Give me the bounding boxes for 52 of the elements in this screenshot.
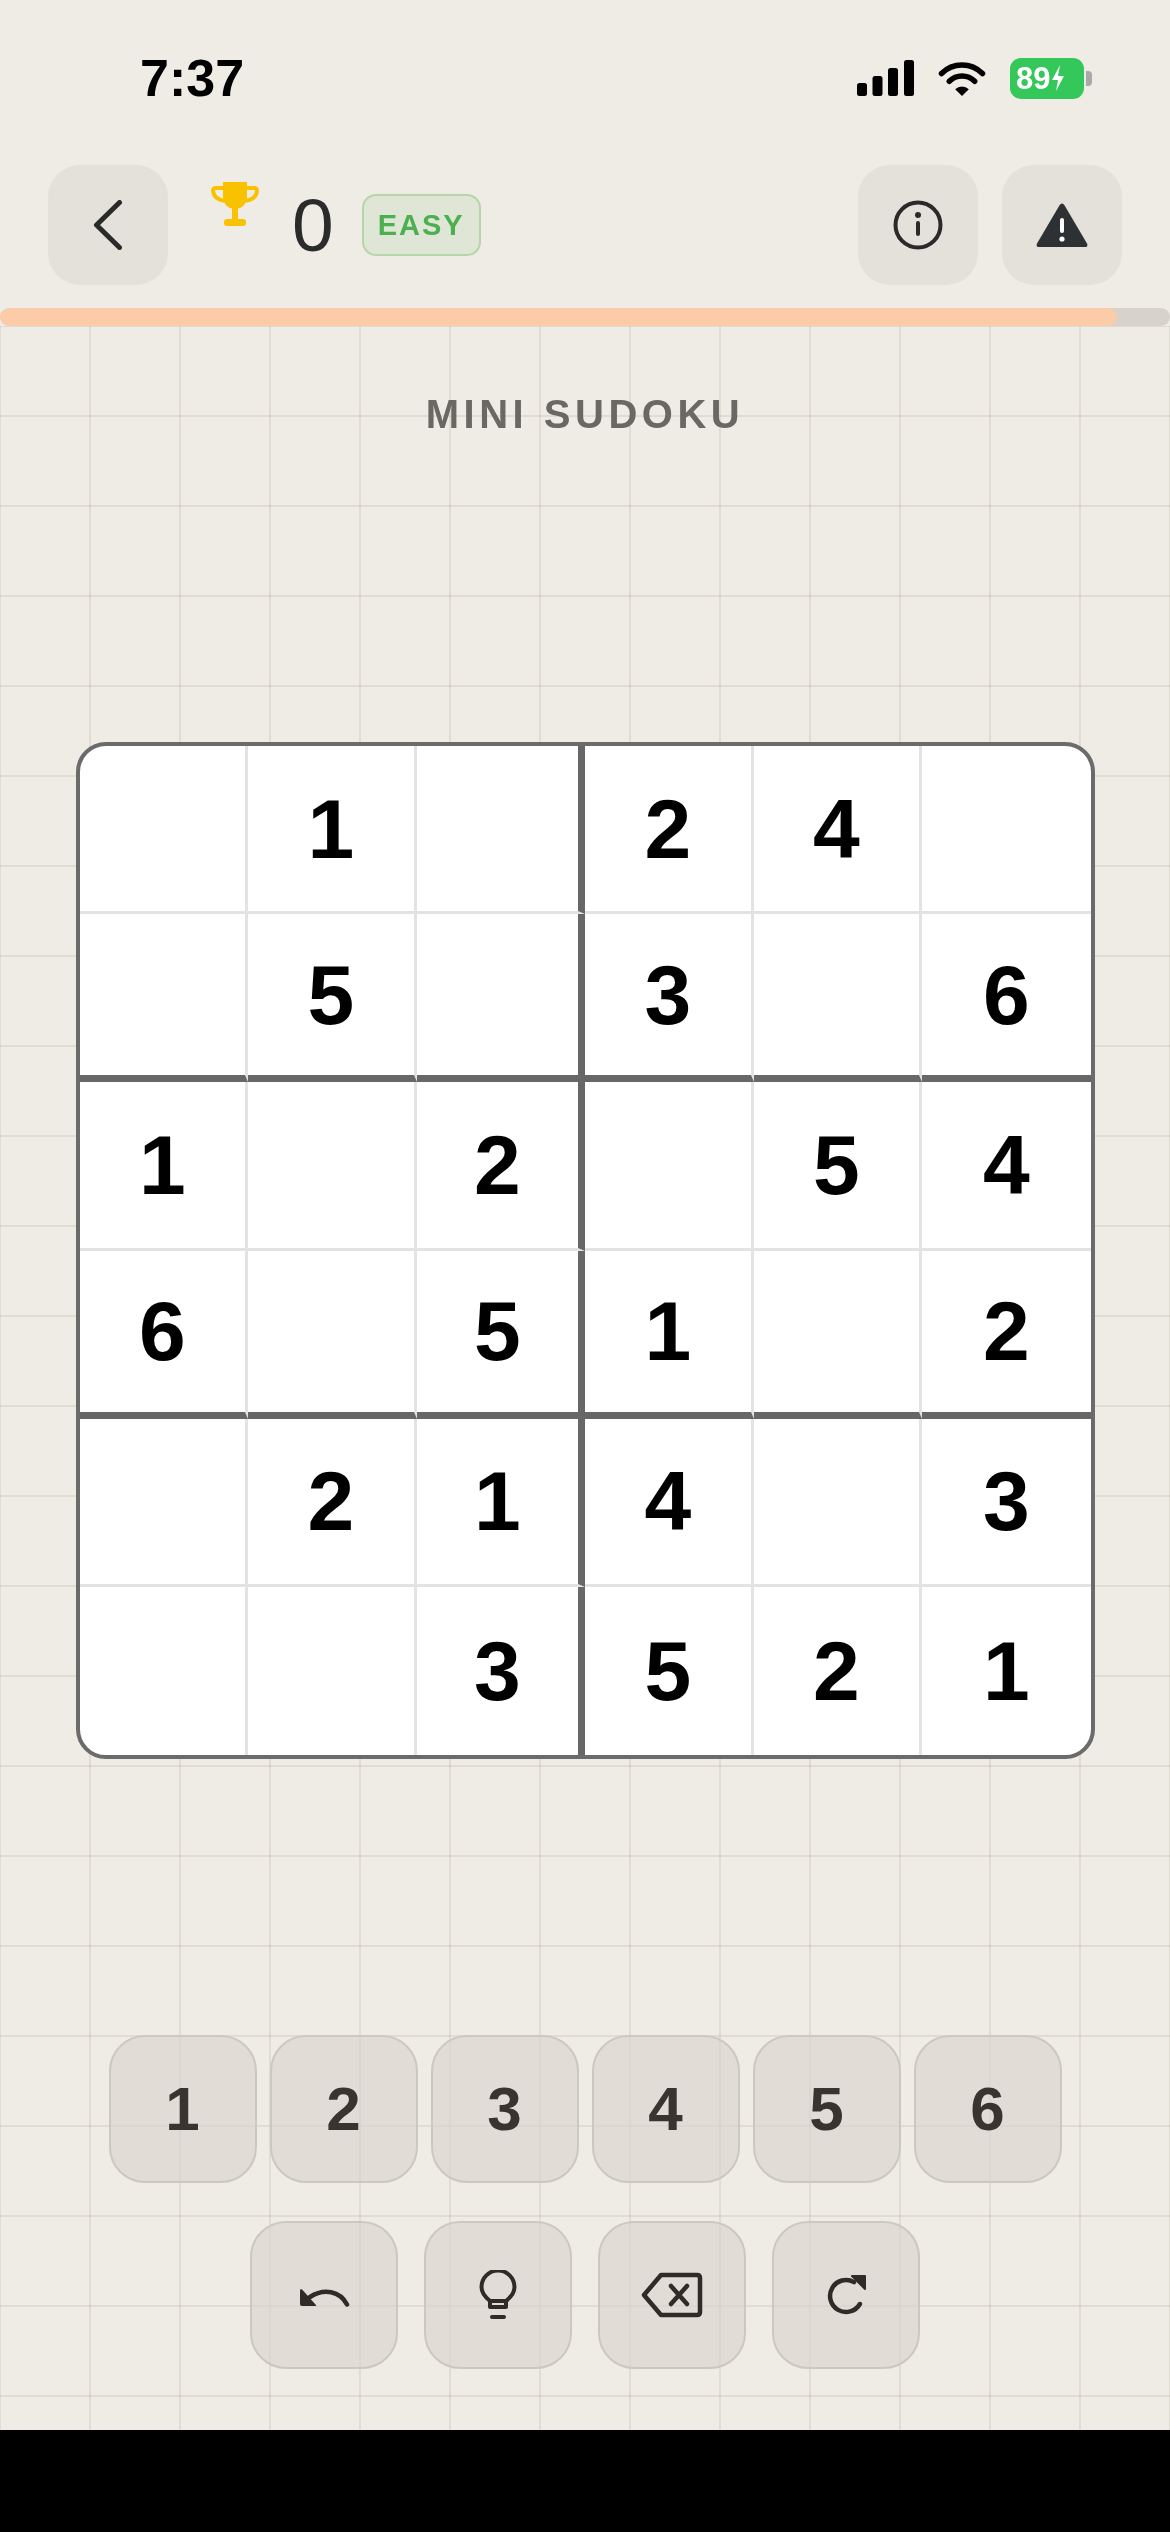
wifi-icon: [937, 59, 987, 97]
sudoku-cell[interactable]: 3: [416, 1586, 585, 1755]
status-time: 7:37: [140, 52, 245, 104]
restart-button[interactable]: [772, 2221, 920, 2369]
backspace-icon: [641, 2272, 703, 2318]
score-value: 0: [292, 187, 334, 263]
hint-button[interactable]: [424, 2221, 572, 2369]
bolt-icon: [1051, 65, 1066, 91]
number-button[interactable]: 2: [269, 2035, 418, 2183]
refresh-icon: [825, 2274, 867, 2316]
sudoku-cell[interactable]: 5: [753, 1082, 922, 1251]
sudoku-cell[interactable]: 1: [922, 1586, 1091, 1755]
sudoku-cell[interactable]: 2: [416, 1082, 585, 1251]
sudoku-cell[interactable]: 2: [922, 1250, 1091, 1419]
sudoku-cell[interactable]: 3: [922, 1418, 1091, 1587]
back-button[interactable]: [48, 165, 168, 285]
report-button[interactable]: [1002, 165, 1122, 285]
sudoku-cell[interactable]: [416, 914, 585, 1083]
sudoku-cell[interactable]: 5: [585, 1586, 754, 1755]
sudoku-cell[interactable]: 1: [416, 1418, 585, 1587]
warning-icon: [1036, 202, 1088, 248]
lightbulb-icon: [479, 2270, 517, 2320]
number-button[interactable]: 4: [591, 2035, 740, 2183]
number-button[interactable]: 6: [913, 2035, 1062, 2183]
signal-icon: [857, 60, 914, 96]
difficulty-badge: EASY: [361, 194, 481, 256]
sudoku-cell[interactable]: 4: [922, 1082, 1091, 1251]
info-icon: [893, 200, 943, 250]
sudoku-cell[interactable]: 1: [79, 1082, 248, 1251]
trophy-icon: [211, 181, 259, 227]
sudoku-cell[interactable]: 4: [585, 1418, 754, 1587]
info-button[interactable]: [858, 165, 978, 285]
sudoku-cell[interactable]: 1: [248, 746, 417, 915]
sudoku-cell[interactable]: [416, 746, 585, 915]
sudoku-cell[interactable]: 3: [585, 914, 754, 1083]
number-button[interactable]: 3: [430, 2035, 579, 2183]
game-title: MINI SUDOKU: [424, 394, 746, 434]
sudoku-cell[interactable]: 6: [79, 1250, 248, 1419]
sudoku-cell[interactable]: 2: [753, 1586, 922, 1755]
sudoku-cell[interactable]: 2: [248, 1418, 417, 1587]
sudoku-cell[interactable]: 5: [416, 1250, 585, 1419]
battery-percent: 89: [1016, 62, 1051, 94]
sudoku-cell[interactable]: 6: [922, 914, 1091, 1083]
sudoku-cell[interactable]: 2: [585, 746, 754, 915]
number-button[interactable]: 5: [752, 2035, 901, 2183]
sudoku-cell[interactable]: 1: [585, 1250, 754, 1419]
chevron-left-icon: [93, 200, 123, 250]
erase-button[interactable]: [598, 2221, 746, 2369]
battery-cap-icon: [1086, 70, 1092, 86]
number-button[interactable]: 1: [108, 2035, 257, 2183]
sudoku-cell[interactable]: 5: [248, 914, 417, 1083]
sudoku-cell[interactable]: 4: [753, 746, 922, 915]
